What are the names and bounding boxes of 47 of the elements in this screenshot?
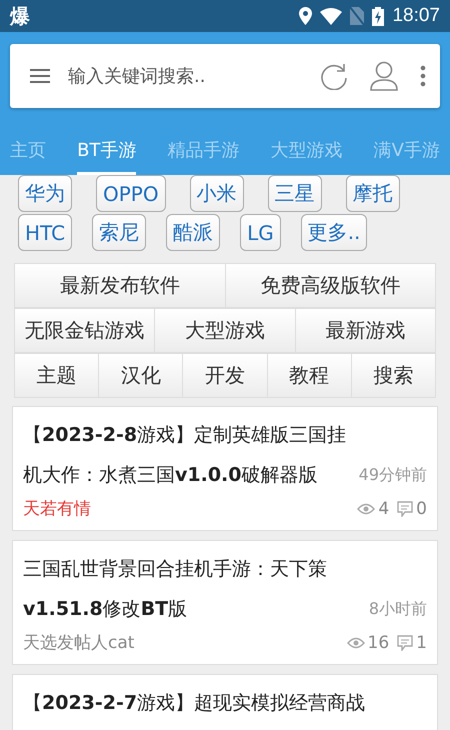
comment-count: 0	[416, 498, 427, 518]
view-count: 16	[368, 632, 390, 652]
post-title[interactable]: 三国乱世背景回合挂机手游：天下策v1.51.8修改BT版	[23, 549, 363, 629]
battery-charging-icon	[372, 6, 384, 26]
app-notification-glyph: 爆	[10, 2, 30, 30]
eye-icon	[357, 502, 376, 514]
eye-icon	[346, 636, 365, 648]
clock-time: 18:07	[392, 5, 440, 27]
post-time: 49分钟前	[358, 464, 427, 486]
brand-chip[interactable]: LG	[240, 214, 281, 251]
view-count: 4	[378, 498, 390, 518]
post-title[interactable]: 【2023-2-7游戏】超现实模拟经营商战	[23, 683, 427, 723]
brand-chip[interactable]: 摩托	[346, 175, 400, 212]
menu-icon[interactable]	[30, 68, 50, 84]
post-card[interactable]: 三国乱世背景回合挂机手游：天下策v1.51.8修改BT版 8小时前 天选发帖人cat 16 1	[12, 540, 438, 665]
post-card[interactable]: 【2023-2-7游戏】超现实模拟经营商战	[12, 674, 438, 730]
post-author: 天若有情	[23, 498, 91, 520]
category-link[interactable]: 教程	[268, 354, 352, 397]
category-link[interactable]: 最新发布软件	[15, 264, 226, 307]
brand-chip[interactable]: OPPO	[96, 175, 166, 212]
comment-count: 1	[416, 632, 427, 652]
category-link[interactable]: 无限金钻游戏	[15, 309, 156, 352]
comment-icon	[397, 634, 414, 650]
category-link[interactable]: 开发	[183, 354, 268, 397]
comment-icon	[397, 500, 414, 516]
brand-chip[interactable]: 小米	[190, 175, 244, 212]
brand-chip[interactable]: 华为	[18, 175, 72, 212]
post-author: 天选发帖人cat	[23, 632, 134, 654]
post-title[interactable]: 【2023-2-8游戏】定制英雄版三国挂机大作：水煮三国v1.0.0破解器版	[23, 415, 353, 495]
search-bar[interactable]: 输入关键词搜索..	[10, 44, 440, 108]
brand-chip[interactable]: HTC	[18, 214, 72, 251]
category-link[interactable]: 大型游戏	[155, 309, 296, 352]
more-options-icon[interactable]	[420, 65, 426, 87]
brand-chip[interactable]: 更多..	[300, 214, 368, 251]
brand-chip[interactable]: 酷派	[166, 214, 220, 251]
category-link[interactable]: 主题	[15, 354, 100, 397]
category-link[interactable]: 汉化	[99, 354, 184, 397]
no-sim-icon	[350, 7, 364, 25]
brand-chip[interactable]: 三星	[268, 175, 322, 212]
post-time: 8小时前	[368, 598, 427, 620]
wifi-icon	[320, 8, 342, 24]
post-card[interactable]: 【2023-2-8游戏】定制英雄版三国挂机大作：水煮三国v1.0.0破解器版 49分钟前 天若有情 4 0	[12, 406, 438, 531]
search-field[interactable]: 输入关键词搜索..	[66, 64, 298, 88]
user-icon[interactable]	[370, 61, 398, 91]
brand-chip[interactable]: 索尼	[92, 214, 146, 251]
refresh-icon[interactable]	[320, 62, 348, 90]
location-icon	[299, 7, 312, 25]
